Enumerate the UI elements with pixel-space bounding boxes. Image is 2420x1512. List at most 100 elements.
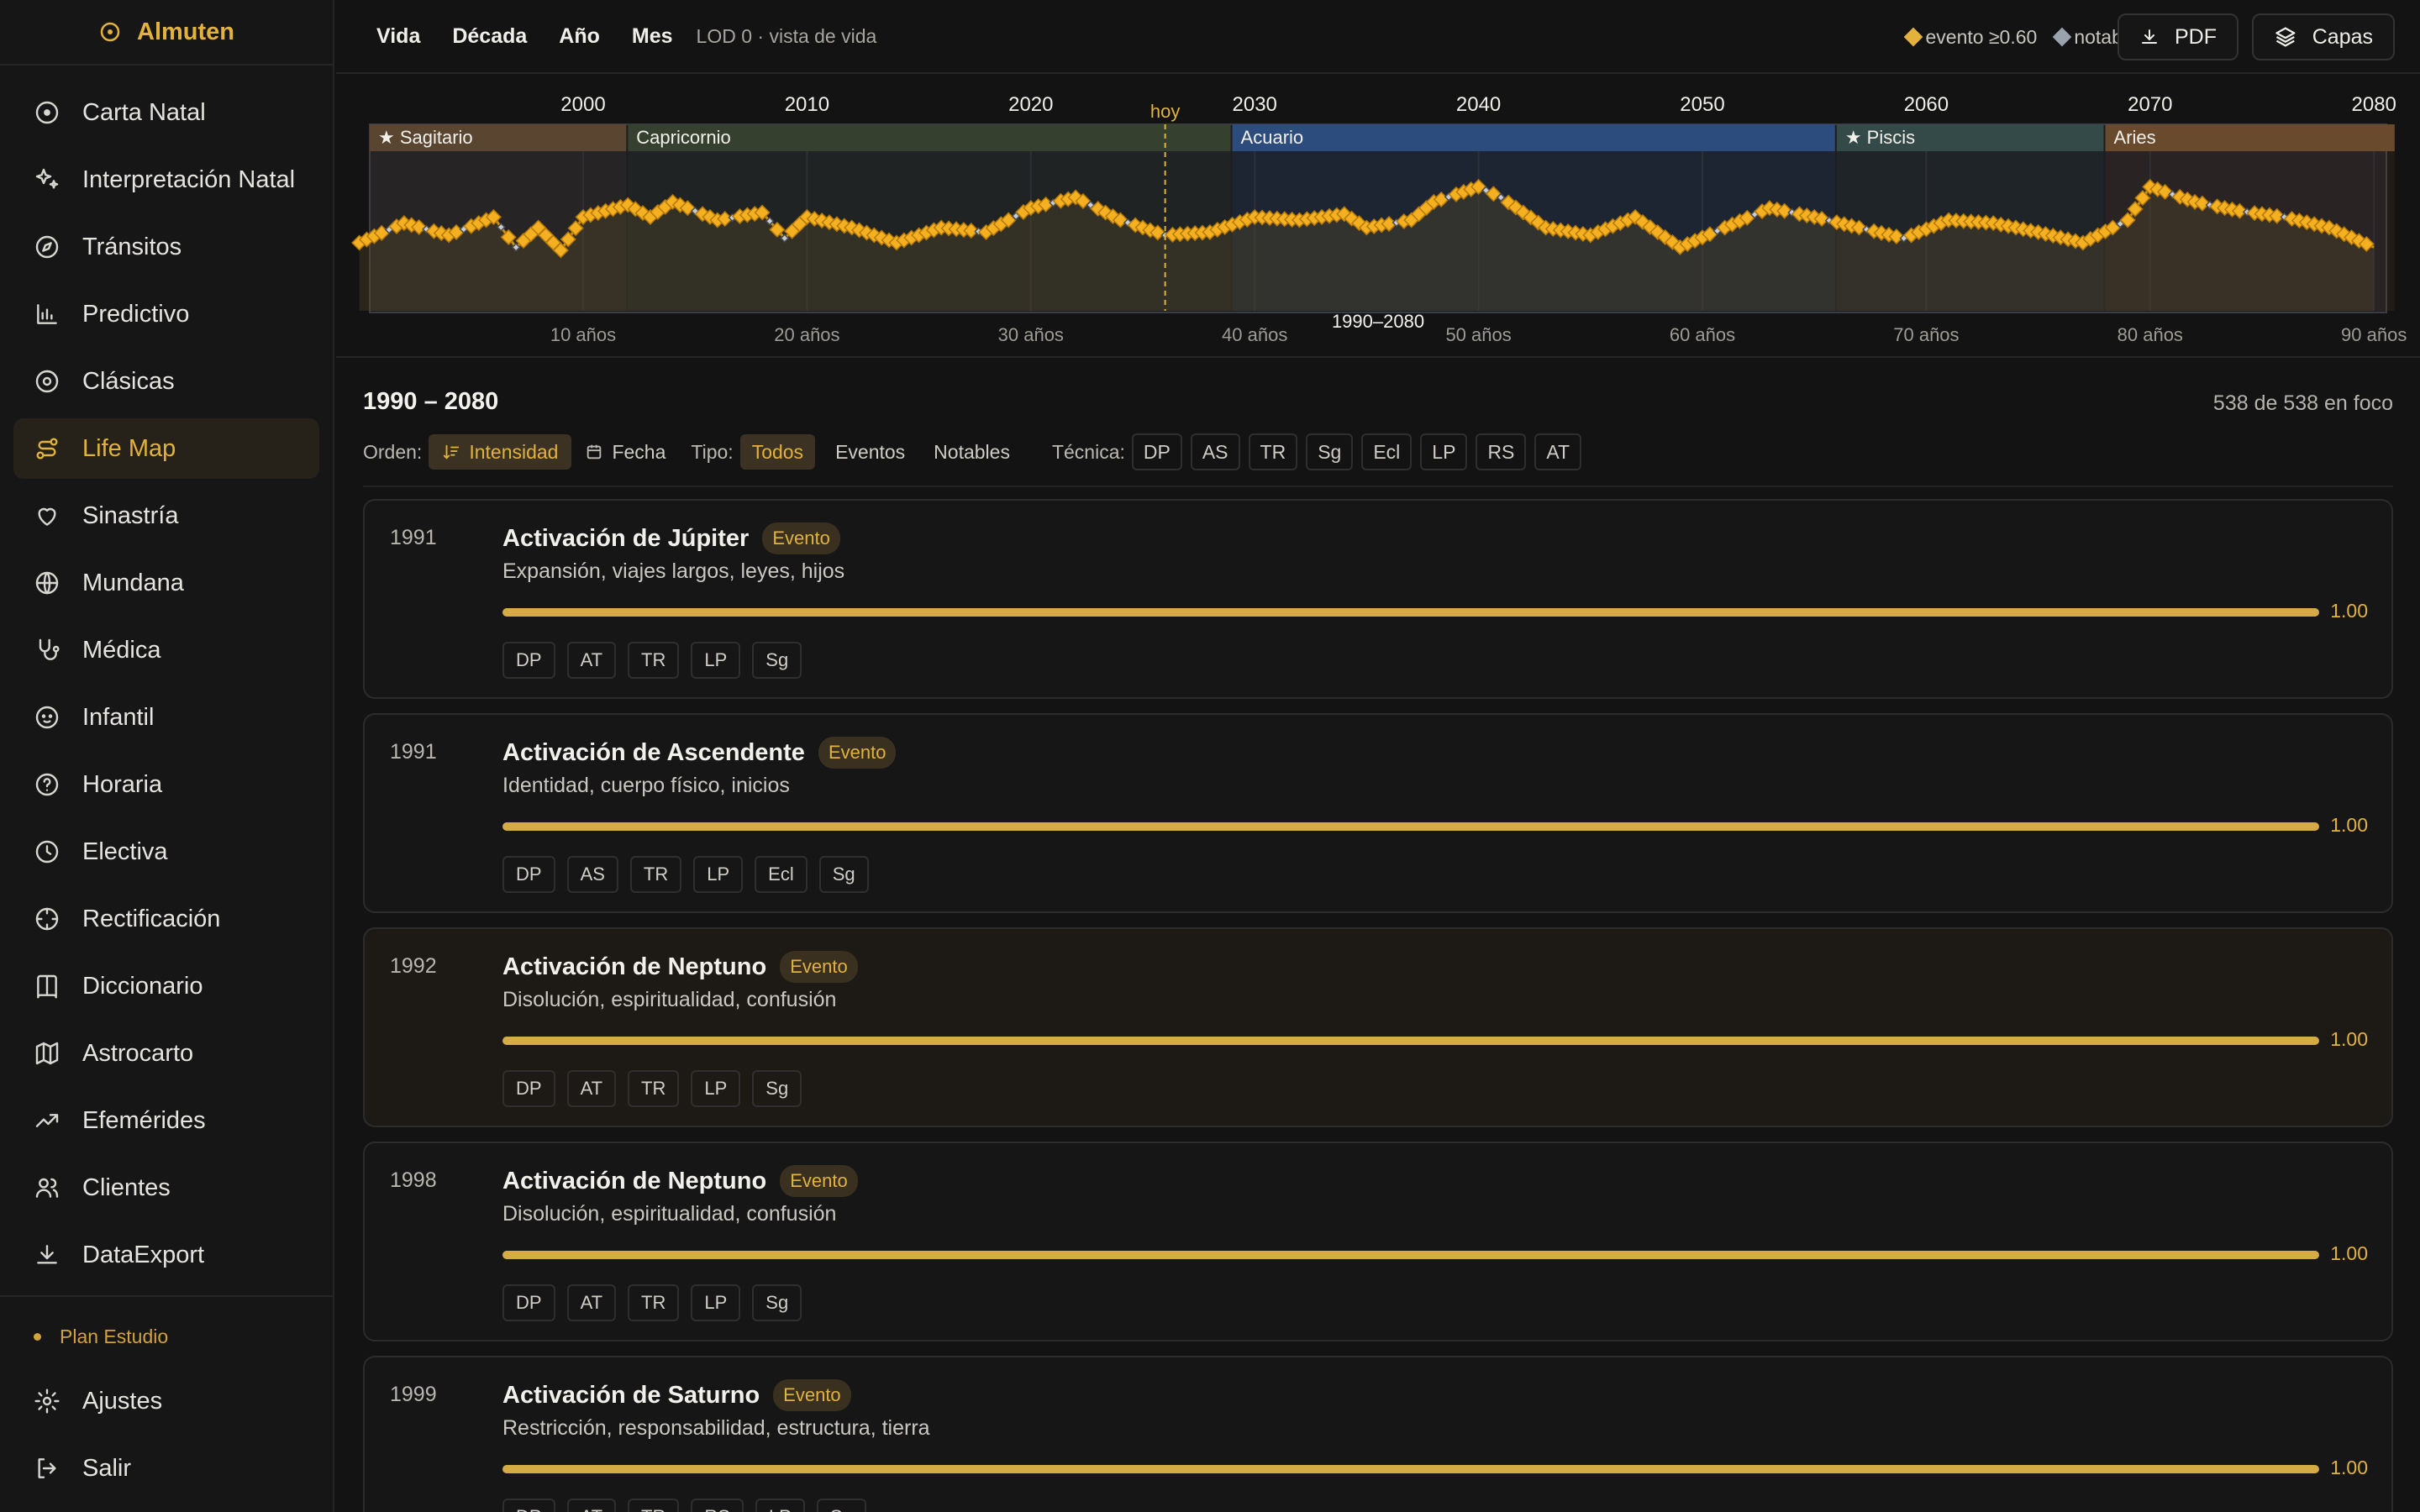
brand[interactable]: Almuten: [0, 0, 333, 66]
technique-tag: LP: [755, 1499, 805, 1512]
event-card[interactable]: 1998 Activación de Neptuno Evento Disolució…: [363, 1142, 2393, 1341]
sidebar-item-infantil[interactable]: Infantil: [13, 687, 319, 748]
event-description: Restricción, responsabilidad, estructura…: [502, 1416, 930, 1440]
sidebar-item-diccionario[interactable]: Diccionario: [13, 956, 319, 1016]
sidebar-item-ajustes[interactable]: Ajustes: [13, 1371, 321, 1431]
sort-icon: [444, 444, 460, 459]
tab-vida[interactable]: Vida: [376, 24, 420, 49]
event-card[interactable]: 1999 Activación de Saturno Evento Restricci…: [363, 1356, 2393, 1512]
intensity-value: 1.00: [2330, 1457, 2368, 1478]
type-events[interactable]: Eventos: [815, 434, 925, 470]
sidebar-item-clasicas[interactable]: Clásicas: [13, 351, 319, 412]
event-badge: Evento: [818, 737, 897, 769]
sidebar-item-transitos[interactable]: Tránsitos: [13, 217, 319, 277]
order-date[interactable]: Fecha: [571, 434, 679, 470]
range-label: 1990–2080: [1332, 311, 1424, 332]
nav-label: Médica: [82, 636, 161, 664]
technique-chip-as[interactable]: AS: [1190, 433, 1240, 470]
event-card[interactable]: 1991 Activación de Ascendente Evento Identi…: [363, 713, 2393, 913]
sign-band[interactable]: [1232, 124, 1835, 151]
heart-icon: [38, 507, 56, 526]
nav-label: Horaria: [82, 770, 163, 798]
technique-tag: TR: [628, 642, 680, 679]
tab-mes[interactable]: Mes: [632, 24, 673, 49]
technique-chip-rs[interactable]: RS: [1476, 433, 1527, 470]
order-intensity[interactable]: Intensidad: [429, 434, 572, 470]
technique-chip-ecl[interactable]: Ecl: [1361, 433, 1413, 470]
technique-tag: DP: [502, 856, 555, 893]
sidebar-item-horaria[interactable]: Horaria: [13, 754, 319, 815]
event-card[interactable]: 1991 Activación de Júpiter Evento Expansión…: [363, 499, 2393, 699]
age-tick-label: 50 años: [1445, 324, 1511, 345]
event-title: Activación de Ascendente: [502, 738, 805, 766]
sidebar-item-carta-natal[interactable]: Carta Natal: [13, 82, 319, 143]
technique-chip-at[interactable]: AT: [1534, 433, 1582, 470]
event-badge: Evento: [780, 951, 858, 983]
tab-ano[interactable]: Año: [559, 24, 600, 49]
plan-label: Plan Estudio: [60, 1326, 169, 1347]
sidebar-item-sinastria[interactable]: Sinastría: [13, 486, 319, 546]
event-title: Activación de Júpiter: [502, 524, 750, 552]
sidebar-item-clientes[interactable]: Clientes: [13, 1158, 319, 1218]
sidebar-item-efemerides[interactable]: Efemérides: [13, 1090, 319, 1151]
pdf-button[interactable]: PDF: [2118, 13, 2238, 60]
sidebar-item-medica[interactable]: Médica: [13, 620, 319, 680]
sidebar-item-predictivo[interactable]: Predictivo: [13, 284, 319, 344]
event-description: Expansión, viajes largos, leyes, hijos: [502, 559, 845, 583]
life-timeline[interactable]: ★ Sagitario Capricornio Acuario ★ Piscis Ari…: [336, 76, 2420, 358]
nav-label: Clásicas: [82, 367, 175, 395]
technique-tag: AT: [566, 1070, 617, 1107]
sidebar-item-salir[interactable]: Salir: [13, 1438, 321, 1499]
technique-tag: LP: [691, 1070, 741, 1107]
age-tick-label: 90 años: [2341, 324, 2407, 345]
legend-event: evento ≥0.60: [1904, 26, 2037, 49]
sidebar-item-interpretacion-natal[interactable]: Interpretación Natal: [13, 150, 319, 210]
sidebar-item-dataexport[interactable]: DataExport: [13, 1225, 319, 1285]
tab-decada[interactable]: Década: [452, 24, 527, 49]
disc-icon: [35, 370, 59, 393]
technique-chip-dp[interactable]: DP: [1131, 433, 1182, 470]
technique-chip-sg[interactable]: Sg: [1306, 433, 1354, 470]
layers-button[interactable]: Capas: [2252, 13, 2395, 60]
intensity-bar: [502, 1465, 2319, 1473]
intensity-bar: [502, 1251, 2319, 1259]
timeline-chart[interactable]: ★ Sagitario Capricornio Acuario ★ Piscis Ari…: [336, 76, 2420, 358]
nav-label: Clientes: [82, 1173, 171, 1201]
technique-tag: Sg: [752, 1284, 802, 1321]
event-card[interactable]: 1992 Activación de Neptuno Evento Disolució…: [363, 927, 2393, 1127]
nav-label: Efemérides: [82, 1106, 206, 1134]
sidebar-divider: [0, 1295, 334, 1297]
nav-label: Diccionario: [82, 972, 203, 1000]
type-all[interactable]: Todos: [739, 434, 816, 470]
event-swatch-icon: [1904, 27, 1923, 47]
technique-chip-lp[interactable]: LP: [1420, 433, 1468, 470]
range-title: 1990 – 2080: [363, 388, 499, 415]
technique-tag: TR: [629, 856, 682, 893]
sparkles-icon: [35, 168, 59, 189]
technique-tag: TR: [628, 1284, 680, 1321]
technique-chip-tr[interactable]: TR: [1248, 433, 1298, 470]
sidebar-item-astrocarto[interactable]: Astrocarto: [13, 1023, 319, 1084]
clock-icon: [35, 840, 59, 864]
lod-label: LOD 0 · vista de vida: [696, 24, 877, 47]
event-description: Disolución, espiritualidad, confusión: [502, 988, 837, 1011]
technique-chips: DP AS TR Sg Ecl LP RS AT: [1131, 433, 1590, 470]
sidebar-item-rectificacion[interactable]: Rectificación: [13, 889, 319, 949]
nav-label: Astrocarto: [82, 1039, 194, 1067]
type-notables[interactable]: Notables: [925, 434, 1018, 470]
event-title-row: Activación de Saturno Evento: [502, 1379, 851, 1411]
age-tick-label: 40 años: [1222, 324, 1287, 345]
event-badge: Evento: [773, 1379, 851, 1411]
sidebar-item-mundana[interactable]: Mundana: [13, 553, 319, 613]
sidebar-item-life-map[interactable]: Life Map: [13, 418, 319, 479]
plan-dot: [34, 1333, 41, 1341]
sidebar-item-electiva[interactable]: Electiva: [13, 822, 319, 882]
intensity-fill: [502, 1037, 2319, 1045]
technique-tag: DP: [502, 1070, 555, 1107]
year-tick-label: 2060: [1904, 93, 1949, 116]
order-date-label: Fecha: [612, 440, 666, 463]
nav-label: Sinastría: [82, 501, 179, 529]
filter-divider: [363, 486, 2393, 487]
nav-label: Interpretación Natal: [82, 165, 296, 193]
technique-tag: Ecl: [755, 856, 808, 893]
